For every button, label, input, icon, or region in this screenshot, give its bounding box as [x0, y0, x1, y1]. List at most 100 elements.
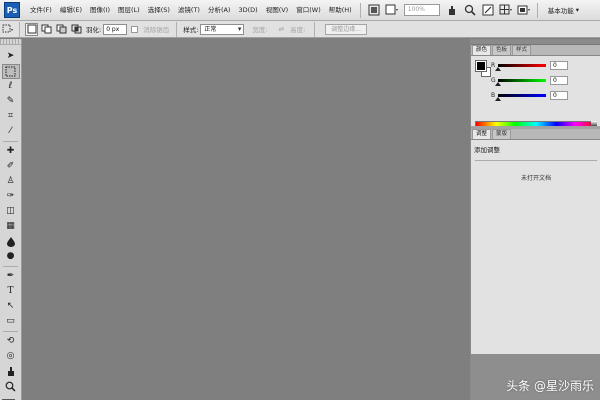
workspace-label: 基本功能	[547, 7, 574, 15]
rotate-view-icon[interactable]	[481, 3, 495, 17]
tab-masks[interactable]: 蒙版	[492, 129, 512, 139]
document-workspace[interactable]	[23, 39, 470, 400]
pen-tool-icon[interactable]: ✒	[2, 269, 20, 284]
red-slider-thumb[interactable]	[495, 66, 501, 71]
menu-analysis[interactable]: 分析(A)	[204, 0, 235, 21]
green-value-input[interactable]: 0	[550, 75, 568, 85]
menu-layer[interactable]: 图层(L)	[114, 0, 144, 21]
zoom-icon[interactable]	[463, 3, 477, 17]
feather-input[interactable]: 0 px	[103, 23, 128, 35]
blue-slider-row: B 0	[491, 90, 597, 101]
workspace-switcher[interactable]: 基本功能 ▾	[548, 5, 579, 15]
move-tool-icon[interactable]: ➤	[2, 49, 20, 64]
antialias-checkbox[interactable]	[131, 25, 139, 33]
eraser-tool-icon[interactable]: ◫	[2, 204, 20, 219]
options-bar: 羽化: 0 px 消除锯齿 样式: 正常 宽度: ⇄ 高度: 调整边缘...	[0, 21, 600, 38]
add-to-selection-icon[interactable]	[40, 23, 53, 36]
blue-slider-thumb[interactable]	[495, 96, 501, 101]
tab-color[interactable]: 颜色	[472, 45, 492, 55]
path-select-tool-icon[interactable]: ↖	[2, 299, 20, 314]
menu-filter[interactable]: 滤镜(T)	[174, 0, 204, 21]
toolbox-separator	[3, 266, 18, 267]
dodge-tool-icon[interactable]: ●	[2, 249, 20, 264]
color-panel-tabs: 颜色 色板 样式	[471, 45, 600, 56]
grid-icon[interactable]	[499, 3, 513, 17]
height-label: 高度:	[290, 26, 306, 34]
red-value-input[interactable]: 0	[550, 60, 568, 70]
refine-edge-button[interactable]: 调整边缘...	[325, 23, 367, 35]
clone-stamp-tool-icon[interactable]: ♙	[2, 174, 20, 189]
intersect-selection-icon[interactable]	[70, 23, 83, 36]
options-separator	[19, 21, 20, 37]
feather-label: 羽化:	[86, 26, 102, 34]
lasso-tool-icon[interactable]: ℓ	[2, 79, 20, 94]
blue-value-input[interactable]: 0	[550, 90, 568, 100]
options-separator	[314, 21, 316, 37]
hand-icon[interactable]	[445, 3, 459, 17]
menu-image[interactable]: 图像(I)	[86, 0, 114, 21]
eyedropper-tool-icon[interactable]: ⁄	[2, 124, 20, 139]
menu-select[interactable]: 选择(S)	[144, 0, 174, 21]
style-select[interactable]: 正常	[200, 23, 245, 35]
menu-edit[interactable]: 编辑(E)	[56, 0, 86, 21]
screen-mode-icon[interactable]	[517, 3, 531, 17]
crop-tool-icon[interactable]: ⌗	[2, 109, 20, 124]
color-panel: 颜色 色板 样式 R 0 G 0 B 0	[471, 45, 600, 128]
ps-logo: Ps	[4, 2, 20, 18]
tab-styles[interactable]: 样式	[512, 45, 532, 55]
bridge-icon[interactable]	[367, 3, 381, 17]
green-slider-row: G 0	[491, 75, 597, 86]
menu-bar: Ps 文件(F) 编辑(E) 图像(I) 图层(L) 选择(S) 滤镜(T) 分…	[0, 0, 600, 21]
tab-adjustments[interactable]: 调整	[472, 129, 492, 139]
adjustments-panel-tabs: 调整 蒙版	[471, 129, 600, 140]
toolbox: ➤ ℓ ✎ ⌗ ⁄ ✚ ✐ ♙ ✑ ◫ ▦ ● ✒ T ↖ ▭ ⟲ ◎	[0, 39, 22, 400]
menu-help[interactable]: 帮助(H)	[325, 0, 356, 21]
menu-separator	[536, 2, 538, 18]
history-brush-tool-icon[interactable]: ✑	[2, 189, 20, 204]
gradient-tool-icon[interactable]: ▦	[2, 219, 20, 234]
menu-window[interactable]: 窗口(W)	[292, 0, 325, 21]
green-slider[interactable]	[495, 78, 546, 86]
type-tool-icon[interactable]: T	[2, 284, 20, 299]
red-slider[interactable]	[495, 63, 546, 71]
zoom-tool-icon[interactable]	[2, 379, 20, 394]
menu-file[interactable]: 文件(F)	[26, 0, 56, 21]
3d-orbit-tool-icon[interactable]: ◎	[2, 349, 20, 364]
panel-foreground-swatch[interactable]	[475, 60, 487, 72]
adjustments-panel-title: 添加调整	[474, 146, 500, 154]
toolbox-separator	[3, 331, 18, 332]
color-panel-body: R 0 G 0 B 0	[471, 56, 600, 126]
tab-swatches[interactable]: 色板	[492, 45, 512, 55]
shape-tool-icon[interactable]: ▭	[2, 314, 20, 329]
toolbox-grip[interactable]	[0, 39, 21, 45]
menu-view[interactable]: 视图(V)	[262, 0, 293, 21]
new-selection-icon[interactable]	[25, 22, 38, 36]
arrange-documents-icon[interactable]	[385, 3, 399, 17]
brush-tool-icon[interactable]: ✐	[2, 159, 20, 174]
menu-items: 文件(F) 编辑(E) 图像(I) 图层(L) 选择(S) 滤镜(T) 分析(A…	[26, 0, 356, 21]
menu-3d[interactable]: 3D(D)	[234, 0, 261, 21]
adjustments-divider	[475, 160, 597, 161]
menu-separator	[359, 2, 361, 18]
quick-select-tool-icon[interactable]: ✎	[2, 94, 20, 109]
chevron-down-icon: ▾	[575, 6, 579, 14]
marquee-tool-icon[interactable]	[1, 64, 20, 79]
watermark: 头条 @星沙雨乐	[506, 379, 594, 393]
swap-icon: ⇄	[278, 25, 285, 33]
green-slider-thumb[interactable]	[495, 81, 501, 86]
subtract-from-selection-icon[interactable]	[55, 23, 68, 36]
width-label: 宽度:	[252, 26, 268, 34]
no-document-message: 未打开文档	[520, 175, 551, 182]
healing-brush-tool-icon[interactable]: ✚	[2, 144, 20, 159]
toolbox-separator	[3, 141, 18, 142]
blue-slider[interactable]	[495, 93, 546, 101]
photoshop-window: Ps 文件(F) 编辑(E) 图像(I) 图层(L) 选择(S) 滤镜(T) 分…	[0, 0, 600, 400]
marquee-preset-icon[interactable]	[1, 23, 14, 36]
style-label: 样式:	[183, 26, 199, 34]
blur-tool-icon[interactable]	[2, 234, 20, 249]
options-separator	[176, 21, 178, 37]
3d-rotate-tool-icon[interactable]: ⟲	[2, 334, 20, 349]
panel-dock: 颜色 色板 样式 R 0 G 0 B 0 调整 蒙版 添加调整 未打开文档	[470, 39, 600, 400]
zoom-level-field[interactable]: 100%	[403, 4, 440, 16]
hand-tool-icon[interactable]	[2, 364, 20, 379]
